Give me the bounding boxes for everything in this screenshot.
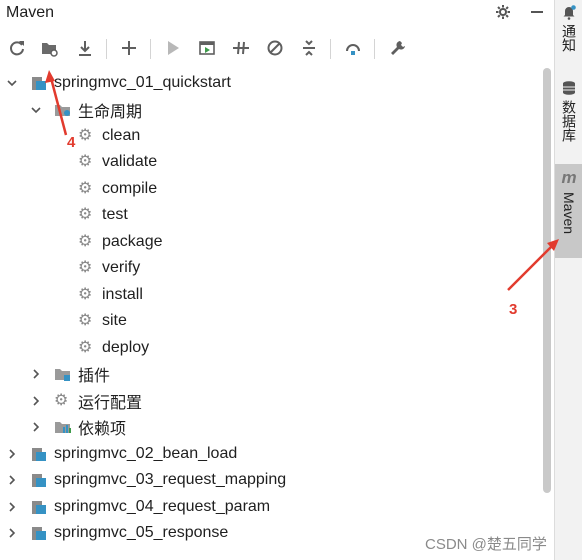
annotation-overlay [45, 70, 559, 291]
annotation-arrow-3 [507, 239, 559, 291]
annotation-label-3: 3 [509, 301, 518, 318]
watermark: CSDN @楚五同学 [425, 536, 547, 553]
annotation-label-4: 4 [67, 134, 76, 151]
annotation-arrow-4 [45, 70, 68, 136]
